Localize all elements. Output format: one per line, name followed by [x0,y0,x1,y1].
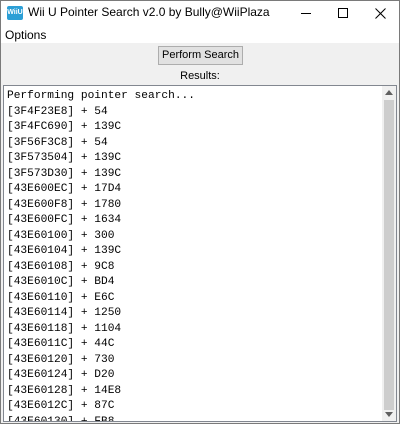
menu-options[interactable]: Options [5,28,46,42]
close-icon [374,7,386,19]
result-line: [43E60100] + 300 [7,229,115,242]
result-line: [43E60114] + 1250 [7,307,122,319]
vertical-scrollbar[interactable] [382,86,396,421]
scroll-up-arrow-icon[interactable] [385,90,393,95]
maximize-button[interactable] [326,1,360,25]
result-line: [43E6010C] + BD4 [7,276,115,288]
wiiu-app-icon: WiiU [7,6,23,20]
title-bar[interactable]: WiiU Wii U Pointer Search v2.0 by Bully@… [1,1,399,25]
close-button[interactable] [363,1,397,25]
results-text: Performing pointer search... [3F4F23E8] +… [7,89,195,422]
results-label: Results: [180,70,220,82]
result-line: [43E6011C] + 44C [7,338,115,350]
result-line: Performing pointer search... [7,90,195,102]
maximize-icon [338,8,348,18]
result-line: [43E60130] + FB8 [7,415,115,422]
results-textbox[interactable]: Performing pointer search... [3F4F23E8] +… [3,85,397,422]
menu-bar: Options [1,25,399,43]
scroll-down-arrow-icon[interactable] [385,412,393,417]
result-line: [43E600F8] + 1780 [7,198,122,211]
result-line: [43E600EC] + 17D4 [7,183,122,195]
result-line: [3F573D30] + 139C [7,167,122,180]
minimize-icon [301,12,311,14]
minimize-button[interactable] [289,1,323,25]
result-line: [43E60120] + 730 [7,353,115,366]
result-line: [43E60118] + 1104 [7,322,122,335]
result-line: [3F56F3C8] + 54 [7,136,108,149]
result-line: [43E60128] + 14E8 [7,384,122,397]
result-line: [43E60110] + E6C [7,291,115,304]
result-line: [43E600FC] + 1634 [7,214,122,226]
result-line: [3F4FC690] + 139C [7,121,122,133]
result-line: [43E60108] + 9C8 [7,260,115,273]
app-window: WiiU Wii U Pointer Search v2.0 by Bully@… [0,0,400,424]
result-line: [3F573504] + 139C [7,152,122,164]
perform-search-button[interactable]: Perform Search [158,46,243,65]
result-line: [43E60104] + 139C [7,245,122,257]
window-title: Wii U Pointer Search v2.0 by Bully@WiiPl… [28,5,270,19]
scrollbar-thumb[interactable] [384,100,394,410]
result-line: [43E60124] + D20 [7,369,115,381]
result-line: [43E6012C] + 87C [7,400,115,412]
result-line: [3F4F23E8] + 54 [7,105,108,118]
